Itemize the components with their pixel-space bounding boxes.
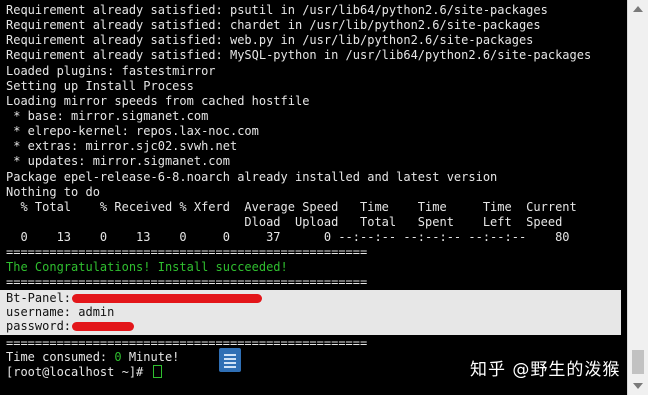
cursor-block (152, 365, 162, 378)
curl-header-line: % Total % Received % Xferd Average Speed… (6, 200, 577, 214)
curl-header-line: Dload Upload Total Spent Left Speed (6, 215, 563, 229)
scroll-up-icon[interactable] (633, 6, 643, 12)
separator-line: ========================================… (6, 336, 368, 350)
panel-url-line: Bt-Panel: (6, 291, 79, 305)
output-line: * elrepo-kernel: repos.lax-noc.com (6, 124, 259, 138)
output-line: Loaded plugins: fastestmirror (6, 64, 216, 78)
time-consumed-label: Time consumed: (6, 350, 115, 364)
watermark-text: 知乎 @野生的泼猴 (470, 360, 621, 380)
output-line: Nothing to do (6, 185, 100, 199)
time-value: 0 (114, 350, 122, 364)
redaction-mark (72, 322, 134, 331)
output-line: Requirement already satisfied: chardet i… (6, 18, 541, 32)
output-line: * updates: mirror.sigmanet.com (6, 154, 230, 168)
success-message: The Congratulations! Install succeeded! (6, 260, 288, 274)
terminal-window[interactable]: Requirement already satisfied: psutil in… (0, 0, 628, 395)
output-line: Requirement already satisfied: MySQL-pyt… (6, 48, 592, 62)
output-line: Loading mirror speeds from cached hostfi… (6, 94, 310, 108)
shell-prompt: [root@localhost ~]# (6, 365, 151, 379)
curl-progress-line: 0 13 0 13 0 0 37 0 --:--:-- --:--:-- --:… (6, 230, 570, 244)
separator-line: ========================================… (6, 245, 368, 259)
output-line: * extras: mirror.sjc02.svwh.net (6, 139, 238, 153)
scroll-down-icon[interactable] (633, 383, 643, 389)
prompt-line[interactable]: [root@localhost ~]# (6, 365, 162, 380)
output-line: Package epel-release-6-8.noarch already … (6, 170, 498, 184)
time-unit: Minute! (121, 350, 180, 364)
output-line: Setting up Install Process (6, 79, 194, 93)
document-icon (219, 348, 241, 372)
separator-line: ========================================… (6, 275, 368, 289)
redaction-mark (72, 294, 262, 303)
time-consumed-line: Time consumed: 0 Minute! (6, 350, 179, 365)
output-line: Requirement already satisfied: psutil in… (6, 3, 548, 17)
vertical-scrollbar[interactable] (627, 0, 648, 395)
output-line: Requirement already satisfied: web.py in… (6, 33, 534, 47)
username-line: username: admin (6, 305, 115, 319)
scroll-thumb[interactable] (632, 350, 644, 374)
password-line: password: (6, 319, 79, 333)
output-line: * base: mirror.sigmanet.com (6, 109, 209, 123)
